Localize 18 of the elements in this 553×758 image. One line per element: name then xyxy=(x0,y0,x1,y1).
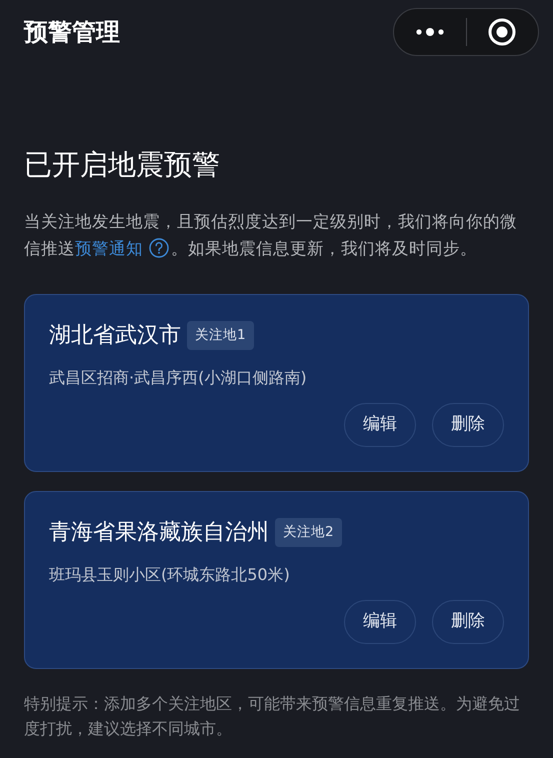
location-tag: 关注地2 xyxy=(275,518,342,547)
target-icon xyxy=(488,18,516,46)
location-tag: 关注地1 xyxy=(187,321,254,350)
delete-button[interactable]: 删除 xyxy=(432,403,504,447)
edit-button[interactable]: 编辑 xyxy=(344,600,416,644)
tip-text: 特别提示：添加多个关注地区，可能带来预警信息重复推送。为避免过度打扰，建议选择不同城市。 xyxy=(24,693,521,740)
more-icon xyxy=(414,27,445,37)
location-name: 湖北省武汉市 xyxy=(49,322,181,350)
location-name: 青海省果洛藏族自治州 xyxy=(49,519,269,547)
address-text: 班玛县玉则小区(环城东路北50米) xyxy=(49,564,291,586)
page-title: 预警管理 xyxy=(24,17,120,48)
help-icon[interactable] xyxy=(149,238,169,258)
page-heading: 已开启地震预警 xyxy=(24,147,221,183)
delete-button[interactable]: 删除 xyxy=(432,600,504,644)
address-text: 武昌区招商·武昌序西(小湖口侧路南) xyxy=(49,367,308,389)
notice-link[interactable]: 预警通知 xyxy=(75,239,143,258)
description-text: 当关注地发生地震，且预估烈度达到一定级别时，我们将向你的微信推送预警通知 。如果地震信息更新，我们将及时同步。 xyxy=(24,211,518,260)
edit-button[interactable]: 编辑 xyxy=(344,403,416,447)
